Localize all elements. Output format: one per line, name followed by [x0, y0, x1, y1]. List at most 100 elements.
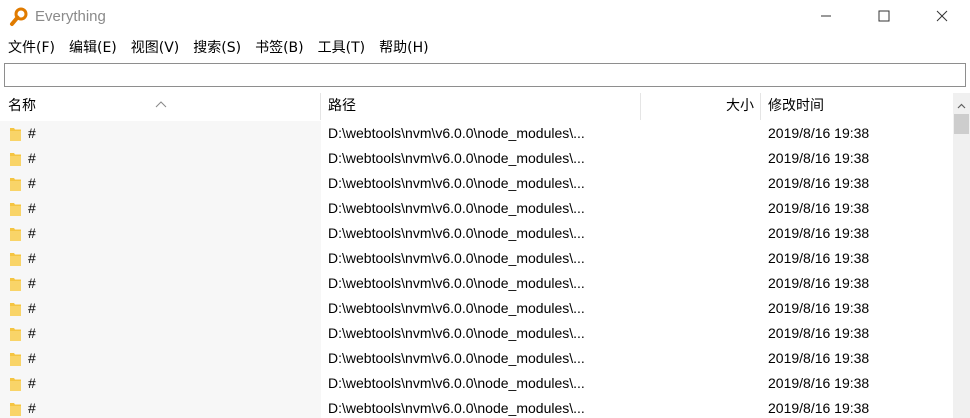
date-modified: 2019/8/16 19:38: [768, 300, 870, 316]
folder-icon: [9, 176, 22, 192]
scroll-up-button[interactable]: [953, 93, 970, 113]
file-name: #: [28, 250, 36, 266]
list-item[interactable]: # D:\webtools\nvm\v6.0.0\node_modules\...…: [0, 346, 953, 371]
file-name: #: [28, 175, 36, 191]
magnifier-app-icon: [9, 7, 29, 27]
menu-bar: 文件(F) 编辑(E) 视图(V) 搜索(S) 书签(B) 工具(T) 帮助(H…: [0, 36, 970, 58]
column-date-label: 修改时间: [768, 98, 824, 114]
list-item[interactable]: # D:\webtools\nvm\v6.0.0\node_modules\...…: [0, 396, 953, 418]
date-modified: 2019/8/16 19:38: [768, 275, 870, 291]
close-icon: [936, 10, 948, 22]
file-path: D:\webtools\nvm\v6.0.0\node_modules\...: [328, 350, 585, 366]
menu-bookmarks[interactable]: 书签(B): [247, 37, 310, 57]
menu-tools[interactable]: 工具(T): [310, 37, 371, 57]
folder-icon: [9, 126, 22, 142]
name-cell: [0, 321, 321, 346]
file-path: D:\webtools\nvm\v6.0.0\node_modules\...: [328, 400, 585, 416]
menu-help[interactable]: 帮助(H): [371, 37, 434, 57]
search-input[interactable]: [4, 63, 966, 87]
name-cell: [0, 121, 321, 146]
folder-icon: [9, 276, 22, 292]
file-path: D:\webtools\nvm\v6.0.0\node_modules\...: [328, 250, 585, 266]
file-path: D:\webtools\nvm\v6.0.0\node_modules\...: [328, 325, 585, 341]
file-path: D:\webtools\nvm\v6.0.0\node_modules\...: [328, 275, 585, 291]
folder-icon: [9, 151, 22, 167]
list-item[interactable]: # D:\webtools\nvm\v6.0.0\node_modules\...…: [0, 121, 953, 146]
file-path: D:\webtools\nvm\v6.0.0\node_modules\...: [328, 125, 585, 141]
minimize-button[interactable]: [803, 0, 849, 32]
list-item[interactable]: # D:\webtools\nvm\v6.0.0\node_modules\...…: [0, 296, 953, 321]
title-bar[interactable]: Everything: [0, 0, 970, 34]
menu-file[interactable]: 文件(F): [0, 37, 61, 57]
results-list: # D:\webtools\nvm\v6.0.0\node_modules\...…: [0, 121, 953, 418]
list-item[interactable]: # D:\webtools\nvm\v6.0.0\node_modules\...…: [0, 371, 953, 396]
file-name: #: [28, 375, 36, 391]
vertical-scrollbar[interactable]: [953, 93, 970, 418]
name-cell: [0, 296, 321, 321]
name-cell: [0, 196, 321, 221]
file-name: #: [28, 125, 36, 141]
folder-icon: [9, 401, 22, 417]
date-modified: 2019/8/16 19:38: [768, 125, 870, 141]
menu-edit[interactable]: 编辑(E): [61, 37, 123, 57]
date-modified: 2019/8/16 19:38: [768, 350, 870, 366]
file-name: #: [28, 325, 36, 341]
maximize-button[interactable]: [861, 0, 907, 32]
chevron-up-icon: [957, 94, 966, 113]
file-name: #: [28, 200, 36, 216]
column-header-size[interactable]: 大小: [641, 93, 761, 120]
column-header: 名称 路径 大小 修改时间: [0, 93, 953, 120]
folder-icon: [9, 326, 22, 342]
list-item[interactable]: # D:\webtools\nvm\v6.0.0\node_modules\...…: [0, 221, 953, 246]
name-cell: [0, 396, 321, 418]
list-item[interactable]: # D:\webtools\nvm\v6.0.0\node_modules\...…: [0, 321, 953, 346]
scrollbar-thumb[interactable]: [954, 114, 969, 134]
folder-icon: [9, 301, 22, 317]
file-name: #: [28, 275, 36, 291]
column-header-path[interactable]: 路径: [321, 93, 641, 120]
folder-icon: [9, 376, 22, 392]
list-item[interactable]: # D:\webtools\nvm\v6.0.0\node_modules\...…: [0, 271, 953, 296]
file-name: #: [28, 300, 36, 316]
window-title: Everything: [35, 8, 106, 25]
everything-window: Everything 文件(F) 编辑(E) 视图(V) 搜索(S) 书签(B)…: [0, 0, 970, 418]
maximize-icon: [878, 10, 890, 22]
date-modified: 2019/8/16 19:38: [768, 200, 870, 216]
name-cell: [0, 371, 321, 396]
folder-icon: [9, 201, 22, 217]
file-path: D:\webtools\nvm\v6.0.0\node_modules\...: [328, 150, 585, 166]
date-modified: 2019/8/16 19:38: [768, 375, 870, 391]
name-cell: [0, 146, 321, 171]
date-modified: 2019/8/16 19:38: [768, 400, 870, 416]
date-modified: 2019/8/16 19:38: [768, 250, 870, 266]
list-item[interactable]: # D:\webtools\nvm\v6.0.0\node_modules\...…: [0, 171, 953, 196]
minimize-icon: [820, 10, 832, 22]
date-modified: 2019/8/16 19:38: [768, 150, 870, 166]
column-header-date-modified[interactable]: 修改时间: [761, 93, 953, 120]
list-item[interactable]: # D:\webtools\nvm\v6.0.0\node_modules\...…: [0, 196, 953, 221]
name-cell: [0, 271, 321, 296]
name-cell: [0, 171, 321, 196]
file-name: #: [28, 350, 36, 366]
date-modified: 2019/8/16 19:38: [768, 325, 870, 341]
date-modified: 2019/8/16 19:38: [768, 175, 870, 191]
menu-view[interactable]: 视图(V): [123, 37, 186, 57]
sort-ascending-icon: [155, 92, 167, 108]
file-name: #: [28, 150, 36, 166]
date-modified: 2019/8/16 19:38: [768, 225, 870, 241]
column-header-name[interactable]: 名称: [0, 93, 321, 120]
folder-icon: [9, 251, 22, 267]
file-path: D:\webtools\nvm\v6.0.0\node_modules\...: [328, 300, 585, 316]
list-item[interactable]: # D:\webtools\nvm\v6.0.0\node_modules\...…: [0, 146, 953, 171]
column-size-label: 大小: [726, 98, 754, 114]
file-path: D:\webtools\nvm\v6.0.0\node_modules\...: [328, 225, 585, 241]
name-cell: [0, 246, 321, 271]
close-button[interactable]: [919, 0, 965, 32]
file-path: D:\webtools\nvm\v6.0.0\node_modules\...: [328, 175, 585, 191]
list-item[interactable]: # D:\webtools\nvm\v6.0.0\node_modules\...…: [0, 246, 953, 271]
name-cell: [0, 221, 321, 246]
menu-search[interactable]: 搜索(S): [185, 37, 247, 57]
file-name: #: [28, 225, 36, 241]
file-path: D:\webtools\nvm\v6.0.0\node_modules\...: [328, 375, 585, 391]
name-cell: [0, 346, 321, 371]
